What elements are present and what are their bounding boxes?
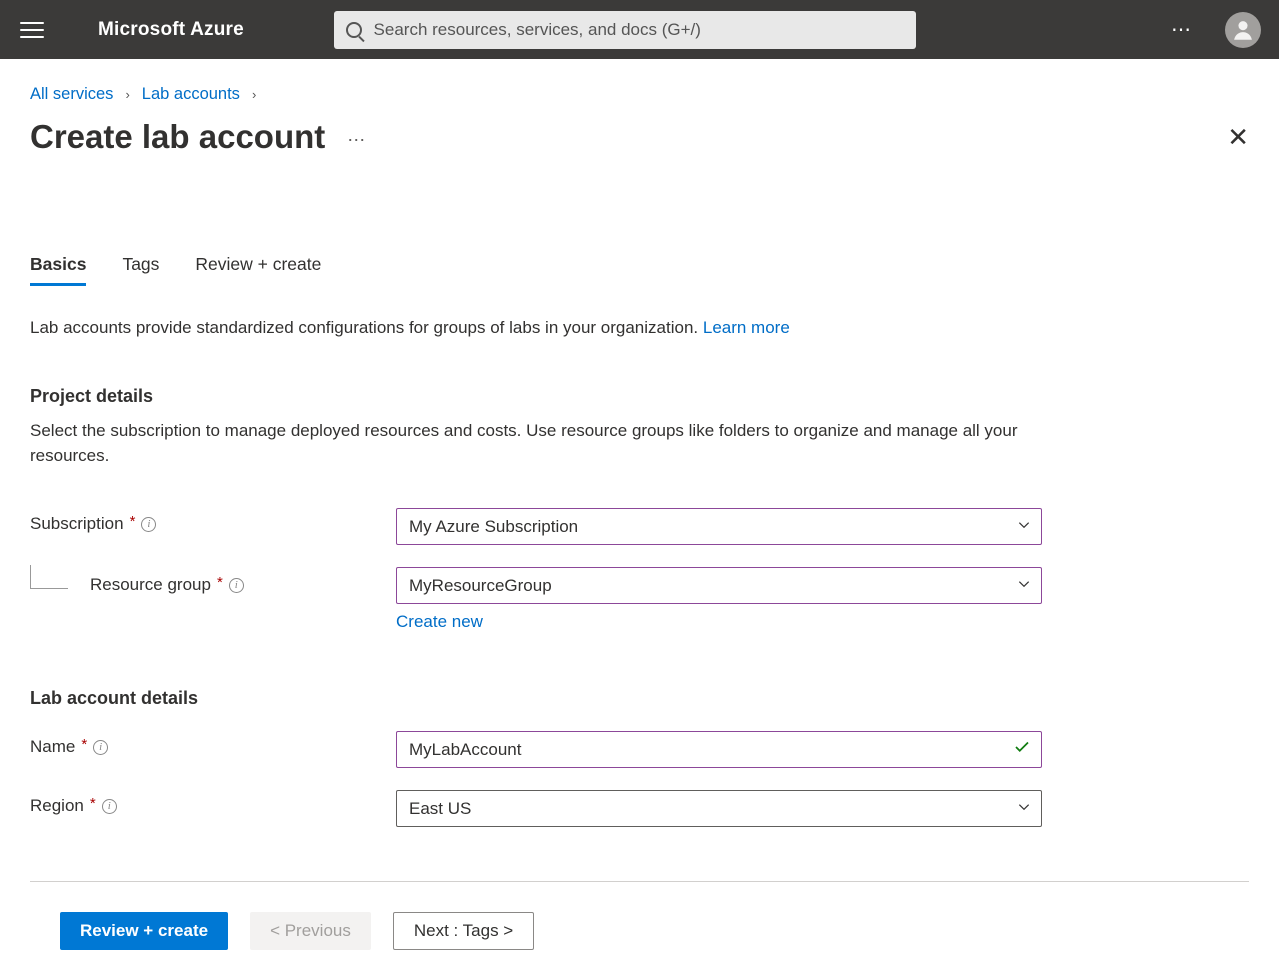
required-indicator: * <box>90 795 96 812</box>
tab-review-create[interactable]: Review + create <box>195 254 321 286</box>
previous-button: < Previous <box>250 912 371 950</box>
wizard-footer: Review + create < Previous Next : Tags > <box>30 881 1249 978</box>
chevron-down-icon <box>1017 576 1031 596</box>
required-indicator: * <box>81 736 87 753</box>
project-details-desc: Select the subscription to manage deploy… <box>30 419 1050 468</box>
resource-group-select[interactable]: MyResourceGroup <box>396 567 1042 604</box>
subscription-label: Subscription * i <box>30 508 396 534</box>
brand-label: Microsoft Azure <box>98 19 244 41</box>
learn-more-link[interactable]: Learn more <box>703 318 790 337</box>
subscription-select[interactable]: My Azure Subscription <box>396 508 1042 545</box>
name-label: Name * i <box>30 731 396 757</box>
user-icon <box>1230 17 1256 43</box>
global-search[interactable] <box>334 11 916 49</box>
search-input[interactable] <box>362 20 904 40</box>
page-title: Create lab account <box>30 118 325 156</box>
project-details-heading: Project details <box>30 386 1249 407</box>
top-bar: Microsoft Azure ⋯ <box>0 0 1279 59</box>
name-value: MyLabAccount <box>409 740 521 760</box>
account-avatar[interactable] <box>1225 12 1261 48</box>
more-menu-icon[interactable]: ⋯ <box>1171 17 1193 42</box>
review-create-button[interactable]: Review + create <box>60 912 228 950</box>
chevron-right-icon: › <box>252 87 256 102</box>
region-label: Region * i <box>30 790 396 816</box>
chevron-down-icon <box>1017 517 1031 537</box>
next-button[interactable]: Next : Tags > <box>393 912 534 950</box>
region-value: East US <box>409 799 471 819</box>
search-icon <box>346 22 362 38</box>
form-tabs: Basics Tags Review + create <box>30 254 1249 286</box>
breadcrumb: All services › Lab accounts › <box>30 85 1249 104</box>
check-icon <box>1013 738 1031 761</box>
region-select[interactable]: East US <box>396 790 1042 827</box>
required-indicator: * <box>217 574 223 591</box>
name-input[interactable]: MyLabAccount <box>396 731 1042 768</box>
create-new-link[interactable]: Create new <box>396 612 483 632</box>
info-icon[interactable]: i <box>229 578 244 593</box>
info-icon[interactable]: i <box>93 740 108 755</box>
chevron-right-icon: › <box>125 87 129 102</box>
breadcrumb-lab-accounts[interactable]: Lab accounts <box>142 85 240 104</box>
indent-line <box>30 565 68 589</box>
hamburger-menu-icon[interactable] <box>14 12 50 48</box>
intro-text: Lab accounts provide standardized config… <box>30 318 703 337</box>
subscription-value: My Azure Subscription <box>409 517 578 537</box>
chevron-down-icon <box>1017 799 1031 819</box>
resource-group-value: MyResourceGroup <box>409 576 552 596</box>
info-icon[interactable]: i <box>102 799 117 814</box>
breadcrumb-all-services[interactable]: All services <box>30 85 113 104</box>
tab-basics[interactable]: Basics <box>30 254 86 286</box>
tab-tags[interactable]: Tags <box>122 254 159 286</box>
close-icon[interactable]: ✕ <box>1227 122 1249 153</box>
lab-details-heading: Lab account details <box>30 688 1249 709</box>
page-more-icon[interactable]: ⋯ <box>347 124 366 151</box>
info-icon[interactable]: i <box>141 517 156 532</box>
resource-group-label: Resource group * i <box>30 567 396 597</box>
tab-description: Lab accounts provide standardized config… <box>30 318 1249 338</box>
required-indicator: * <box>130 513 136 530</box>
